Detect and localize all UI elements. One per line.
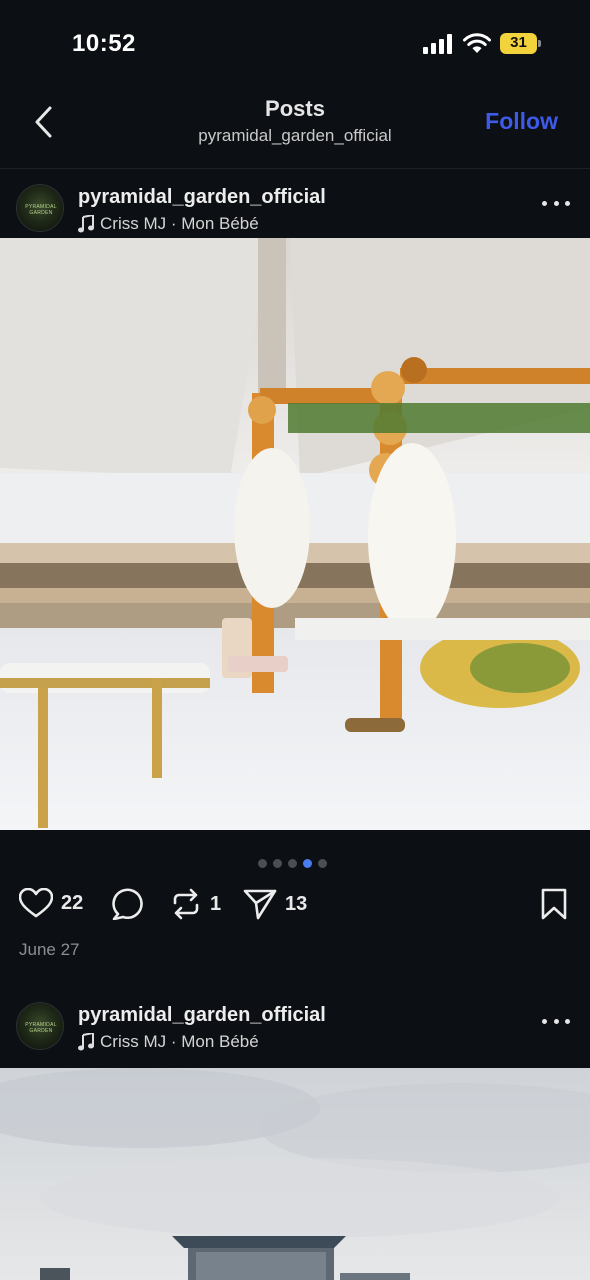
bookmark-button[interactable] xyxy=(540,888,568,925)
bookmark-icon xyxy=(541,888,567,920)
follow-button[interactable]: Follow xyxy=(485,108,558,135)
post-image-2-illustration xyxy=(0,1068,590,1280)
more-icon xyxy=(553,1018,559,1024)
avatar-logo: PYRAMIDAL GARDEN xyxy=(25,1022,57,1034)
like-button[interactable]: 22 xyxy=(19,888,83,918)
repost-button[interactable]: 1 xyxy=(170,888,221,920)
carousel-indicator xyxy=(258,859,327,868)
battery-level: 31 xyxy=(510,34,527,51)
more-icon xyxy=(565,1018,570,1024)
music-note-icon xyxy=(78,215,94,233)
wifi-icon xyxy=(463,33,491,53)
comment-icon xyxy=(112,888,143,920)
share-button[interactable]: 13 xyxy=(243,888,307,920)
carousel-dot xyxy=(258,859,267,868)
avatar[interactable]: PYRAMIDAL GARDEN xyxy=(16,184,64,232)
signal-icon xyxy=(423,34,452,54)
more-icon xyxy=(565,200,570,206)
nav-header: Posts pyramidal_garden_official Follow xyxy=(0,88,590,169)
status-bar: 10:52 31 xyxy=(0,0,590,88)
heart-icon xyxy=(19,888,53,918)
comment-button[interactable] xyxy=(110,888,144,920)
more-icon xyxy=(553,200,559,206)
post-image-illustration xyxy=(0,238,590,830)
status-time: 10:52 xyxy=(72,30,136,57)
repost-count: 1 xyxy=(210,892,222,915)
battery-nub xyxy=(538,40,541,47)
post-music[interactable]: Criss MJ · Mon Bébé xyxy=(78,214,259,234)
carousel-dot xyxy=(273,859,282,868)
music-note-icon xyxy=(78,1033,94,1051)
post-header-2: PYRAMIDAL GARDEN pyramidal_garden_offici… xyxy=(0,986,590,1056)
post-music[interactable]: Criss MJ · Mon Bébé xyxy=(78,1032,259,1052)
battery-indicator: 31 xyxy=(500,33,542,54)
like-count: 22 xyxy=(61,891,84,914)
avatar-logo: PYRAMIDAL GARDEN xyxy=(25,204,57,216)
share-icon xyxy=(243,889,277,920)
carousel-dot xyxy=(288,859,297,868)
more-icon xyxy=(542,1018,547,1024)
post-username[interactable]: pyramidal_garden_official xyxy=(78,1004,326,1027)
more-icon xyxy=(542,200,547,206)
post-date: June 27 xyxy=(19,940,80,959)
share-count: 13 xyxy=(285,892,308,915)
post-header: PYRAMIDAL GARDEN pyramidal_garden_offici… xyxy=(0,168,590,238)
post-actions: 22 1 13 xyxy=(0,884,590,926)
repost-icon xyxy=(173,888,199,920)
carousel-dot-active xyxy=(303,859,312,868)
more-button[interactable] xyxy=(542,196,570,210)
post-username[interactable]: pyramidal_garden_official xyxy=(78,186,326,209)
music-label: Criss MJ · Mon Bébé xyxy=(100,1032,259,1051)
avatar[interactable]: PYRAMIDAL GARDEN xyxy=(16,1002,64,1050)
post-image[interactable] xyxy=(0,238,590,830)
carousel-dot xyxy=(318,859,327,868)
music-label: Criss MJ · Mon Bébé xyxy=(100,214,259,233)
post-image-2[interactable] xyxy=(0,1068,590,1280)
more-button[interactable] xyxy=(542,1014,570,1028)
